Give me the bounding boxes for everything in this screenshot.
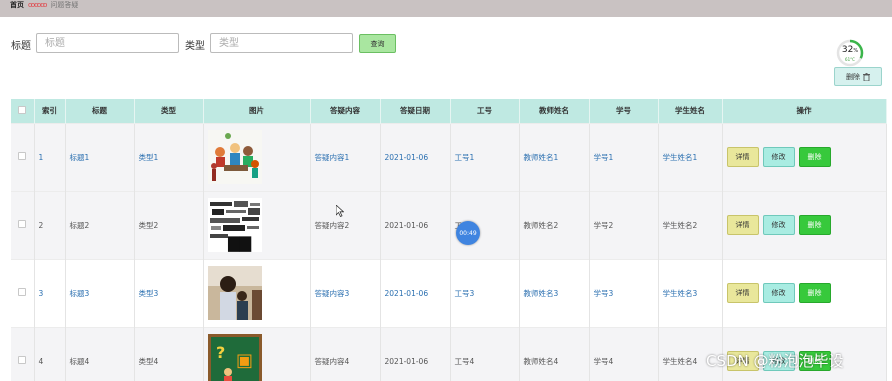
recording-timer-badge: 00:49 xyxy=(456,221,480,245)
title-label: 标题 xyxy=(11,41,31,52)
cell-student-no: 学号1 xyxy=(589,122,659,191)
memory-gauge: 32% 61°C xyxy=(836,39,864,67)
cell-title: 标题3 xyxy=(65,258,135,327)
header-student: 学生姓名 xyxy=(658,99,723,123)
header-title: 标题 xyxy=(65,99,135,123)
cell-student-no: 学号2 xyxy=(589,190,659,259)
watermark-text: CSDN @粉泡泡毕设 xyxy=(706,352,844,370)
cell-date: 2021-01-06 xyxy=(380,258,451,327)
header-date: 答疑日期 xyxy=(380,99,451,123)
detail-button[interactable]: 详情 xyxy=(726,215,759,235)
cell-type: 类型1 xyxy=(134,122,204,191)
cell-date: 2021-01-06 xyxy=(380,190,451,259)
cell-content: 答疑内容1 xyxy=(310,122,381,191)
type-label: 类型 xyxy=(185,41,205,52)
delete-button[interactable]: 删除 xyxy=(798,283,831,303)
row-checkbox[interactable] xyxy=(11,190,35,259)
table-header-row: 索引 标题 类型 图片 答疑内容 答疑日期 工号 教师姓名 学号 学生姓名 操作 xyxy=(11,99,887,123)
cell-staff-no: 工号4 xyxy=(450,326,520,381)
cell-title: 标题1 xyxy=(65,122,135,191)
cell-title: 标题2 xyxy=(65,190,135,259)
classroom-photo-image xyxy=(207,266,262,320)
row-checkbox[interactable] xyxy=(11,326,35,381)
batch-delete-button[interactable]: 删除 xyxy=(834,67,882,86)
cell-type: 类型3 xyxy=(134,258,204,327)
qa-table: 索引 标题 类型 图片 答疑内容 答疑日期 工号 教师姓名 学号 学生姓名 操作… xyxy=(11,99,887,381)
cell-content: 答疑内容2 xyxy=(310,190,381,259)
table-row: 1 标题1 类型1 答疑内容1 2021-01-06 工号1 教师姓名1 学号1… xyxy=(11,122,887,191)
cell-student: 学生姓名1 xyxy=(658,122,723,191)
header-teacher: 教师姓名 xyxy=(519,99,590,123)
cell-actions: 详情 修改 删除 xyxy=(722,258,887,327)
svg-text:?: ? xyxy=(216,343,225,362)
cell-image: ▇▇ xyxy=(203,190,311,259)
cell-content: 答疑内容4 xyxy=(310,326,381,381)
cell-student: 学生姓名3 xyxy=(658,258,723,327)
cell-image xyxy=(203,258,311,327)
cell-actions: 详情 修改 删除 xyxy=(722,122,887,191)
svg-text:▇▇: ▇▇ xyxy=(227,234,252,252)
gauge-temperature: 61°C xyxy=(845,57,855,62)
row-checkbox[interactable] xyxy=(11,122,35,191)
cell-staff-no: 工号3 xyxy=(450,258,520,327)
breadcrumb-current: 问题答疑 xyxy=(50,1,79,9)
chalkboard-question-image: ? ▣ xyxy=(207,334,262,381)
select-all-checkbox[interactable] xyxy=(11,99,35,123)
cell-type: 类型2 xyxy=(134,190,204,259)
header-content: 答疑内容 xyxy=(310,99,381,123)
cell-date: 2021-01-06 xyxy=(380,122,451,191)
edit-button[interactable]: 修改 xyxy=(762,147,795,167)
cell-teacher: 教师姓名4 xyxy=(519,326,590,381)
header-image: 图片 xyxy=(203,99,311,123)
breadcrumb-home[interactable]: 首页 xyxy=(10,0,24,10)
students-classroom-image xyxy=(207,130,262,184)
trash-icon xyxy=(863,72,870,81)
row-checkbox[interactable] xyxy=(11,258,35,327)
cell-student: 学生姓名2 xyxy=(658,190,723,259)
header-student-no: 学号 xyxy=(589,99,659,123)
table-row: 3 标题3 类型3 答疑内容3 2021-01-06 工号3 教师姓名3 学号3… xyxy=(11,258,887,327)
cell-student-no: 学号3 xyxy=(589,258,659,327)
batch-delete-label: 删除 xyxy=(846,72,860,81)
cell-date: 2021-01-06 xyxy=(380,326,451,381)
table-row: 2 标题2 类型2 ▇▇ 答疑内容2 2021-01-06 工号2 教师姓名2 … xyxy=(11,190,887,259)
cell-index: 1 xyxy=(34,122,66,191)
cell-student-no: 学号4 xyxy=(589,326,659,381)
cell-index: 4 xyxy=(34,326,66,381)
delete-button[interactable]: 删除 xyxy=(798,215,831,235)
title-search-input[interactable] xyxy=(36,33,179,53)
type-search-input[interactable] xyxy=(210,33,353,53)
cell-staff-no: 工号1 xyxy=(450,122,520,191)
header-index: 索引 xyxy=(34,99,66,123)
breadcrumb-separator: ꝏꝏꝏ xyxy=(28,1,47,9)
delete-button[interactable]: 删除 xyxy=(798,147,831,167)
top-bar: 首页 ꝏꝏꝏ 问题答疑 xyxy=(0,0,892,17)
mouse-pointer-icon xyxy=(335,202,345,221)
cell-teacher: 教师姓名3 xyxy=(519,258,590,327)
header-type: 类型 xyxy=(134,99,204,123)
cell-image: ? ▣ xyxy=(203,326,311,381)
detail-button[interactable]: 详情 xyxy=(726,283,759,303)
edit-button[interactable]: 修改 xyxy=(762,283,795,303)
cell-image xyxy=(203,122,311,191)
edit-button[interactable]: 修改 xyxy=(762,215,795,235)
cell-title: 标题4 xyxy=(65,326,135,381)
gauge-percent: 32% xyxy=(841,45,859,55)
cell-index: 3 xyxy=(34,258,66,327)
cell-index: 2 xyxy=(34,190,66,259)
cell-type: 类型4 xyxy=(134,326,204,381)
header-staff-no: 工号 xyxy=(450,99,520,123)
detail-button[interactable]: 详情 xyxy=(726,147,759,167)
cell-teacher: 教师姓名1 xyxy=(519,122,590,191)
cell-teacher: 教师姓名2 xyxy=(519,190,590,259)
breadcrumb: 首页 ꝏꝏꝏ 问题答疑 xyxy=(10,0,78,10)
query-button[interactable]: 查询 xyxy=(359,34,396,53)
svg-text:▣: ▣ xyxy=(236,350,253,371)
header-actions: 操作 xyxy=(722,99,887,123)
cell-content: 答疑内容3 xyxy=(310,258,381,327)
word-cloud-image: ▇▇ xyxy=(207,198,262,252)
cell-actions: 详情 修改 删除 xyxy=(722,190,887,259)
